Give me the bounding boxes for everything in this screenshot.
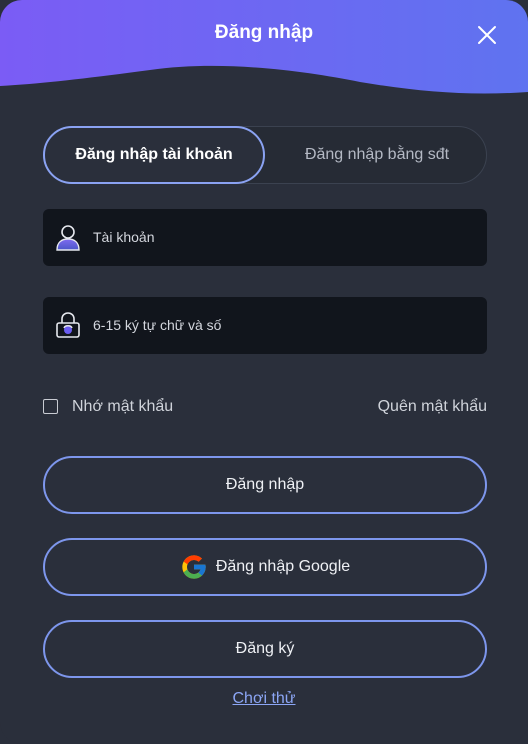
login-method-tabs: Đăng nhập tài khoản Đăng nhập bằng sđt bbox=[43, 126, 487, 184]
tab-phone-login[interactable]: Đăng nhập bằng sđt bbox=[266, 126, 488, 184]
remember-label: Nhớ mật khẩu bbox=[72, 398, 174, 415]
google-login-content: Đăng nhập Google bbox=[180, 540, 350, 594]
header-wave-background bbox=[0, 0, 528, 94]
google-login-label: Đăng nhập Google bbox=[215, 558, 351, 575]
play-trial-link[interactable]: Chơi thử bbox=[0, 690, 528, 708]
account-placeholder: Tài khoản bbox=[93, 229, 155, 245]
tab-account-login[interactable]: Đăng nhập tài khoản bbox=[43, 126, 265, 184]
modal-header: Đăng nhập bbox=[0, 0, 528, 100]
password-placeholder: 6-15 ký tự chữ và số bbox=[93, 317, 222, 333]
login-modal: Đăng nhập Đăng nhập tài khoản Đăng nhập … bbox=[0, 0, 528, 744]
google-icon bbox=[182, 555, 206, 579]
close-icon bbox=[478, 26, 496, 44]
account-field[interactable]: Tài khoản bbox=[43, 209, 487, 266]
google-login-button[interactable]: Đăng nhập Google bbox=[43, 538, 487, 596]
lock-icon bbox=[56, 312, 80, 338]
modal-title: Đăng nhập bbox=[214, 22, 314, 43]
password-field[interactable]: 6-15 ký tự chữ và số bbox=[43, 297, 487, 354]
remember-checkbox[interactable] bbox=[43, 399, 58, 414]
close-button[interactable] bbox=[476, 24, 498, 46]
forgot-password-link[interactable]: Quên mật khẩu bbox=[378, 398, 487, 416]
register-button[interactable]: Đăng ký bbox=[43, 620, 487, 678]
login-button[interactable]: Đăng nhập bbox=[43, 456, 487, 514]
user-icon bbox=[56, 225, 80, 251]
